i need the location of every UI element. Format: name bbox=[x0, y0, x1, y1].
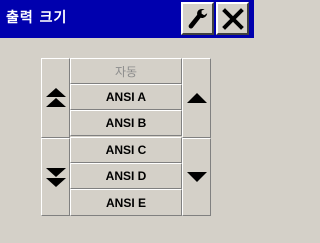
close-button[interactable] bbox=[216, 2, 249, 35]
page-up-button[interactable] bbox=[41, 58, 70, 138]
settings-button[interactable] bbox=[181, 2, 214, 35]
page-down-button[interactable] bbox=[41, 138, 70, 216]
close-icon bbox=[221, 7, 244, 30]
up-arrow-icon bbox=[186, 93, 207, 103]
down-arrow-icon bbox=[186, 172, 207, 182]
size-option-ansi-c[interactable]: ANSI C bbox=[70, 137, 182, 163]
size-option-ansi-d[interactable]: ANSI D bbox=[70, 163, 182, 189]
double-up-arrow-icon bbox=[45, 88, 66, 107]
size-option-ansi-b[interactable]: ANSI B bbox=[70, 110, 182, 136]
scroll-down-button[interactable] bbox=[182, 138, 211, 216]
title-bar: 출력 크기 bbox=[0, 0, 254, 38]
scroll-up-button[interactable] bbox=[182, 58, 211, 138]
size-option-auto: 자동 bbox=[70, 58, 182, 84]
size-option-ansi-e[interactable]: ANSI E bbox=[70, 189, 182, 216]
wrench-icon bbox=[188, 8, 207, 28]
size-option-ansi-a[interactable]: ANSI A bbox=[70, 84, 182, 110]
window-title: 출력 크기 bbox=[6, 10, 68, 26]
double-down-arrow-icon bbox=[45, 168, 66, 187]
size-list: 자동 ANSI A ANSI B ANSI C ANSI D ANSI E bbox=[70, 58, 182, 216]
